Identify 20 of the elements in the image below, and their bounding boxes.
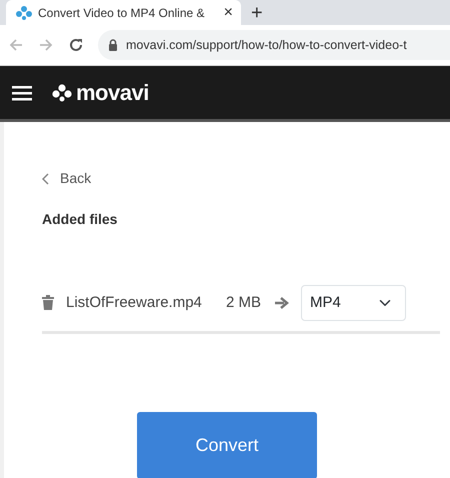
logo-text[interactable]: movavi [76, 76, 149, 109]
new-tab-button[interactable]: + [251, 2, 263, 22]
arrow-right-icon [275, 296, 290, 309]
menu-icon[interactable] [12, 84, 32, 100]
address-bar[interactable]: movavi.com/support/how-to/how-to-convert-video-t [98, 30, 450, 60]
reload-icon[interactable] [68, 37, 84, 53]
trash-icon[interactable] [42, 295, 54, 310]
section-title: Added files [42, 210, 118, 228]
close-tab-button[interactable]: × [224, 4, 233, 20]
chevron-left-icon [42, 172, 50, 184]
format-select[interactable]: MP4 [301, 284, 406, 321]
logo-icon [16, 6, 32, 20]
file-name: ListOfFreeware.mp4 [66, 292, 203, 312]
logo-icon [52, 84, 72, 102]
lock-icon [108, 39, 118, 51]
tab-title: Convert Video to MP4 Online & [38, 4, 206, 22]
file-size: 2 MB [226, 292, 262, 312]
convert-button[interactable]: Convert [137, 412, 317, 478]
browser-tab[interactable]: Convert Video to MP4 Online & × [6, 0, 241, 25]
back-link[interactable]: Back [42, 168, 92, 189]
